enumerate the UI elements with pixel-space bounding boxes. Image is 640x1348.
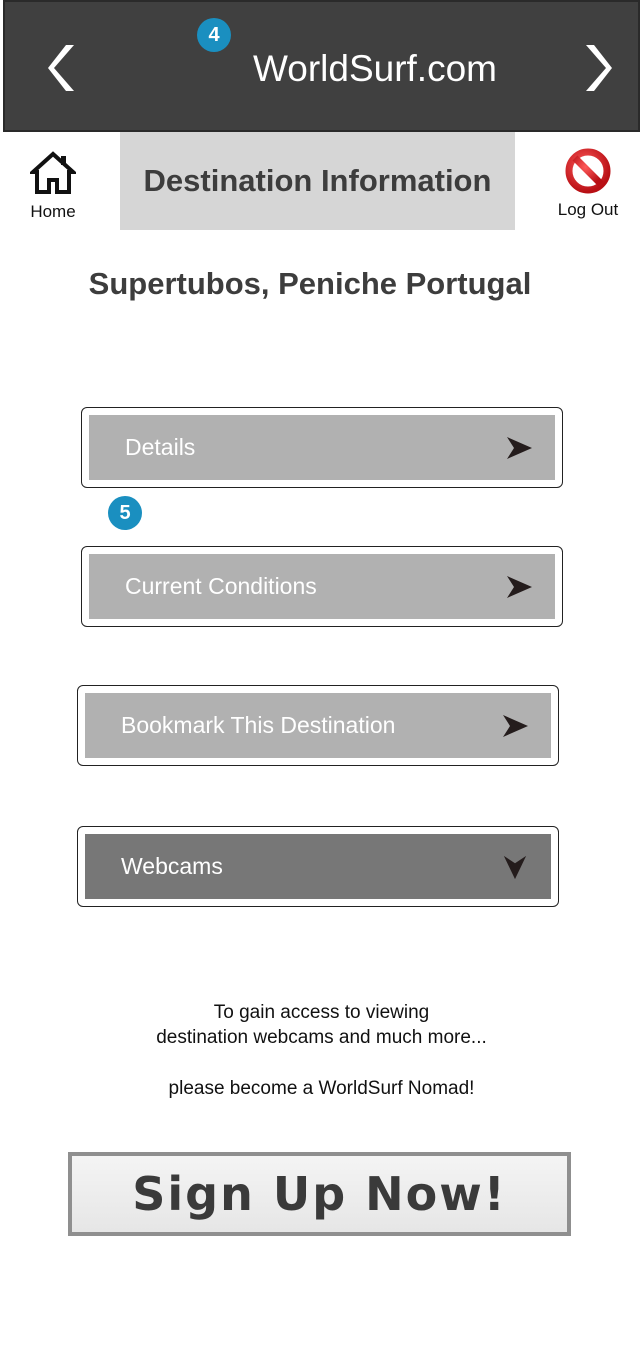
back-button[interactable] [43,36,83,100]
arrow-down-icon [503,855,527,879]
chevron-right-icon [586,45,612,91]
details-button[interactable]: Details [81,407,563,488]
annotation-badge: 5 [108,496,142,530]
arrow-right-icon [507,575,532,598]
sign-up-button[interactable]: Sign Up Now! [68,1152,571,1236]
page-header: Destination Information [120,132,515,230]
no-entry-icon [565,148,611,194]
webcams-button[interactable]: Webcams [77,826,559,907]
page-title: Destination Information [143,163,492,198]
annotation-badge: 4 [197,18,231,52]
webcams-button-face: Webcams [85,834,551,899]
bookmark-label: Bookmark This Destination [121,712,396,738]
current-conditions-button-face: Current Conditions [89,554,555,619]
sign-up-label: Sign Up Now! [132,1167,507,1221]
home-label: Home [30,202,76,221]
top-bar: WorldSurf.com [3,0,640,132]
details-label: Details [125,434,196,460]
forward-button[interactable] [577,36,617,100]
home-icon [30,151,76,194]
promo-line: destination webcams and much more... [156,1027,487,1048]
home-button[interactable]: Home [22,150,84,228]
current-conditions-button[interactable]: Current Conditions [81,546,563,627]
bookmark-destination-button[interactable]: Bookmark This Destination [77,685,559,766]
bookmark-button-face: Bookmark This Destination [85,693,551,758]
promo-text: To gain access to viewing destination we… [0,1000,640,1101]
arrow-right-icon [503,714,528,737]
logout-button[interactable]: Log Out [552,148,624,228]
site-title: WorldSurf.com [253,48,497,89]
chevron-left-icon [48,45,74,91]
logout-label: Log Out [557,200,619,219]
current-conditions-label: Current Conditions [125,573,317,599]
destination-name: Supertubos, Peniche Portugal [88,266,532,301]
arrow-right-icon [507,436,532,459]
details-button-face: Details [89,415,555,480]
promo-line: To gain access to viewing [213,1002,430,1023]
promo-line: please become a WorldSurf Nomad! [168,1078,475,1099]
webcams-label: Webcams [121,853,223,879]
